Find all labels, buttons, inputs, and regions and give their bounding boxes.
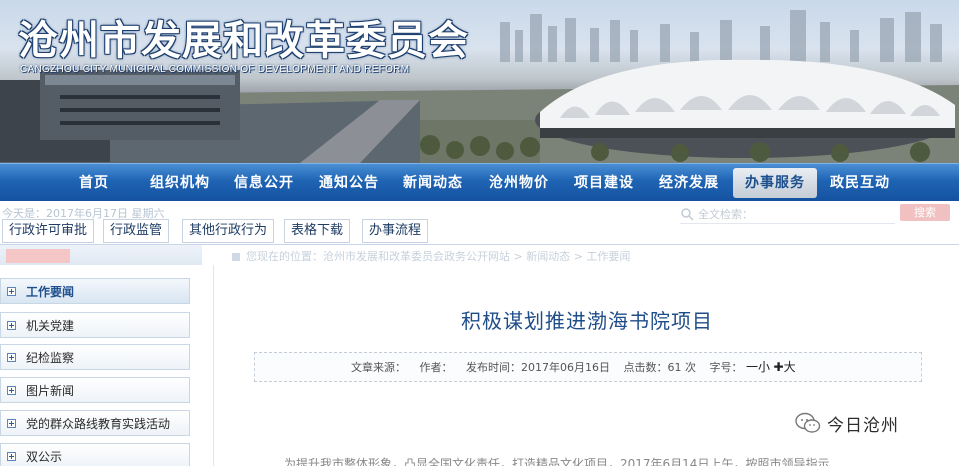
font-larger-button[interactable]: ✚大 xyxy=(774,360,796,374)
sub-nav-bar: 今天是：2017年6月17日 星期六 全文检索： 搜索 行政许可审批 行政监管 … xyxy=(0,201,959,245)
nav-item-prices[interactable]: 沧州物价 xyxy=(483,168,555,198)
nav-item-interaction[interactable]: 政民互动 xyxy=(824,168,896,198)
sidebar-header xyxy=(0,245,202,265)
site-subtitle: CANGZHOU CITY MUNICIPAL COMMISSION OF DE… xyxy=(20,64,410,75)
tab-form-download[interactable]: 表格下载 xyxy=(284,219,351,243)
site-title: 沧州市发展和改革委员会 xyxy=(18,17,469,64)
sidebar-item-label: 图片新闻 xyxy=(26,383,75,398)
meta-published-value: 2017年06月16日 xyxy=(521,361,610,374)
sidebar-item-discipline[interactable]: 纪检监察 xyxy=(0,344,190,370)
location-icon xyxy=(232,253,240,261)
plus-icon xyxy=(7,451,16,461)
nav-item-notices[interactable]: 通知公告 xyxy=(313,168,385,198)
plus-icon xyxy=(7,352,16,362)
plus-icon xyxy=(7,286,16,296)
meta-author-label: 作者： xyxy=(419,361,453,374)
search-icon xyxy=(681,207,694,221)
meta-clicks-value: 61 xyxy=(667,361,682,374)
sidebar-item-label: 党的群众路线教育实践活动 xyxy=(26,416,171,431)
nav-item-info-disclosure[interactable]: 信息公开 xyxy=(228,168,300,198)
meta-published-label: 发布时间： xyxy=(466,361,521,374)
plus-icon xyxy=(7,320,16,330)
sidebar: 工作要闻 机关党建 纪检监察 图片新闻 党的群众路线教育实践活动 双公示 xyxy=(0,245,202,466)
nav-item-economy[interactable]: 经济发展 xyxy=(653,168,725,198)
nav-item-projects[interactable]: 项目建设 xyxy=(568,168,640,198)
header-banner: 沧州市发展和改革委员会 CANGZHOU CITY MUNICIPAL COMM… xyxy=(0,0,959,163)
nav-item-home[interactable]: 首页 xyxy=(66,168,122,198)
tab-admin-supervision[interactable]: 行政监管 xyxy=(103,219,170,243)
sidebar-item-party-building[interactable]: 机关党建 xyxy=(0,312,190,338)
sidebar-item-label: 双公示 xyxy=(26,449,63,464)
meta-clicks-unit: 次 xyxy=(685,361,696,374)
search-placeholder: 全文检索： xyxy=(698,207,753,221)
meta-clicks-label: 点击数： xyxy=(623,361,668,374)
sidebar-header-tab xyxy=(6,249,70,263)
wechat-icon xyxy=(795,412,821,433)
sidebar-item-double-publicity[interactable]: 双公示 xyxy=(0,443,190,466)
watermark: 今日沧州 xyxy=(795,408,899,438)
sidebar-item-photo-news[interactable]: 图片新闻 xyxy=(0,377,190,403)
tab-procedures[interactable]: 办事流程 xyxy=(362,219,429,243)
plus-icon xyxy=(7,418,16,428)
main-nav: 首页 组织机构 信息公开 通知公告 新闻动态 沧州物价 项目建设 经济发展 办事… xyxy=(0,163,959,201)
nav-item-organization[interactable]: 组织机构 xyxy=(144,168,216,198)
article-title: 积极谋划推进渤海书院项目 xyxy=(461,309,713,333)
plus-icon xyxy=(7,385,16,395)
search-input[interactable]: 全文检索： xyxy=(680,204,895,224)
sidebar-item-label: 工作要闻 xyxy=(26,284,75,299)
tab-other-admin-acts[interactable]: 其他行政行为 xyxy=(182,219,275,243)
article-meta-bar: 文章来源： 作者： 发布时间：2017年06月16日 点击数：61 次 字号： … xyxy=(254,352,922,382)
sidebar-item-mass-line[interactable]: 党的群众路线教育实践活动 xyxy=(0,410,190,436)
watermark-text: 今日沧州 xyxy=(827,415,899,436)
breadcrumb: 您现在的位置：沧州市发展和改革委员会政务公开网站 > 新闻动态 > 工作要闻 xyxy=(232,248,630,264)
nav-item-news[interactable]: 新闻动态 xyxy=(397,168,469,198)
search-button[interactable]: 搜索 xyxy=(900,204,950,221)
sidebar-item-label: 纪检监察 xyxy=(26,350,75,365)
font-smaller-button[interactable]: 一小 xyxy=(746,360,770,374)
sidebar-item-label: 机关党建 xyxy=(26,318,75,333)
breadcrumb-text[interactable]: 您现在的位置：沧州市发展和改革委员会政务公开网站 > 新闻动态 > 工作要闻 xyxy=(246,250,630,263)
tab-admin-licensing[interactable]: 行政许可审批 xyxy=(2,219,95,243)
article-body: 为提升我市整体形象，凸显全国文化责任，打造精品文化项目，2017年6月14日上午… xyxy=(284,457,830,466)
sidebar-item-work-news[interactable]: 工作要闻 xyxy=(0,278,190,304)
meta-fontsize-label: 字号： xyxy=(709,361,743,374)
nav-item-services[interactable]: 办事服务 xyxy=(733,168,817,198)
meta-source-label: 文章来源： xyxy=(351,361,406,374)
